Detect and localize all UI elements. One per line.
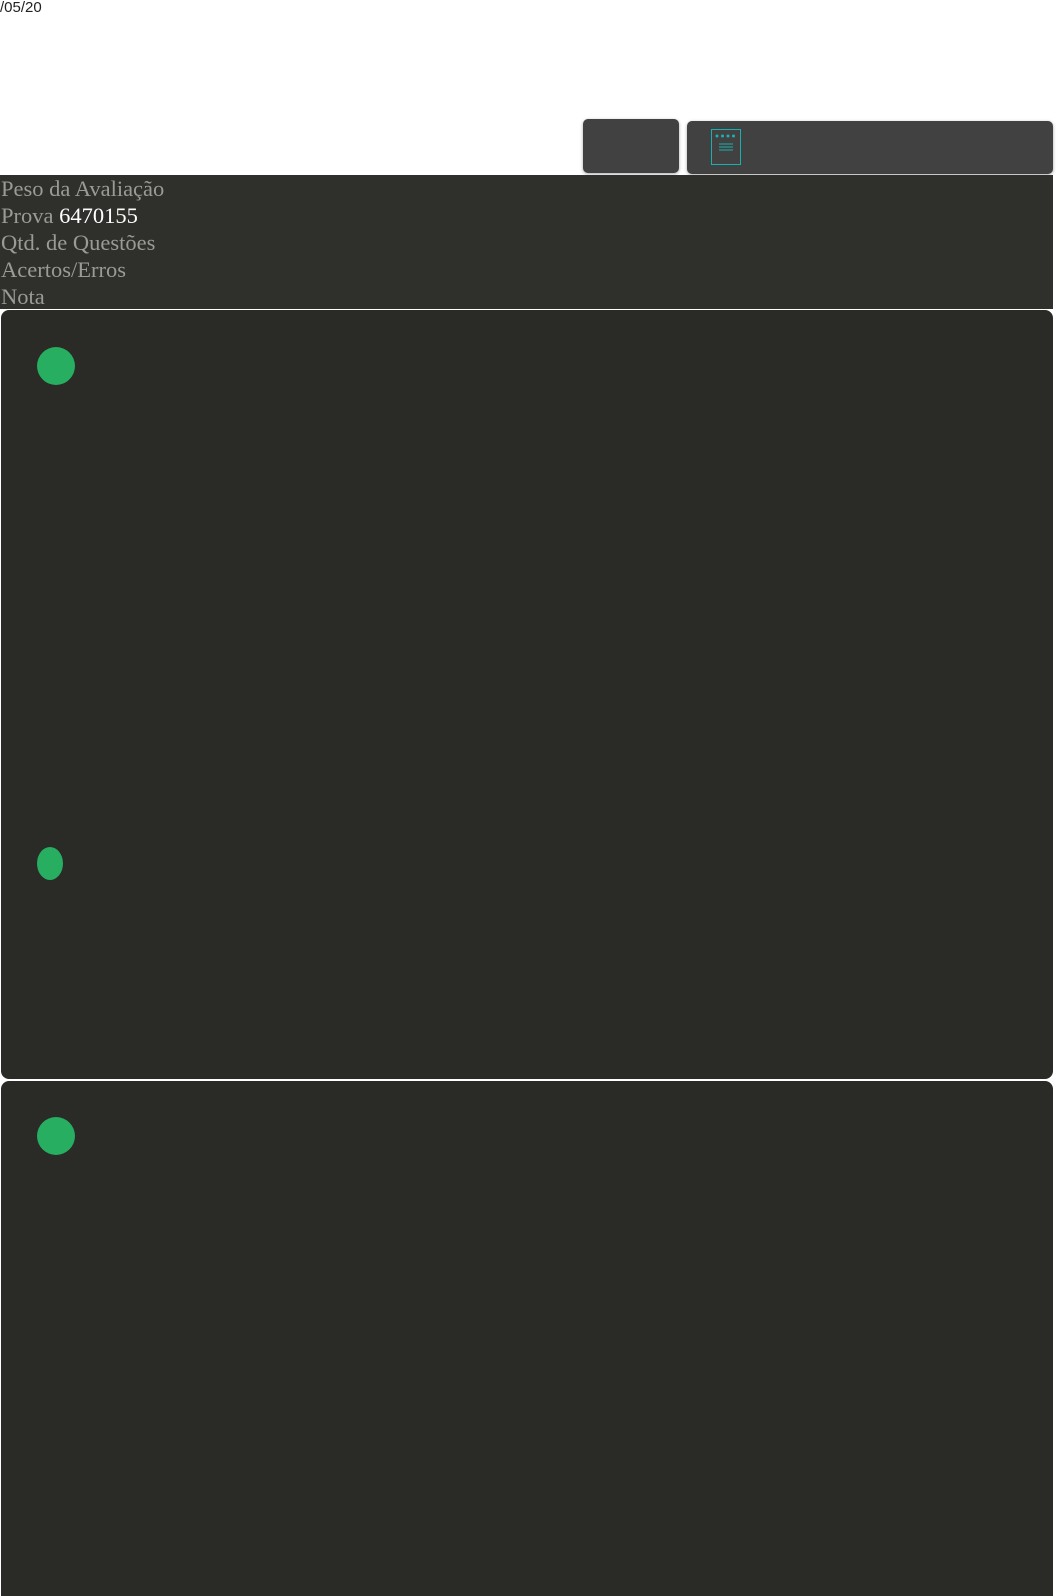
- prova-label: Prova: [1, 203, 54, 228]
- prova-value: 6470155: [59, 203, 138, 228]
- nota-row: Nota: [0, 283, 1053, 310]
- acertos-row: Acertos/Erros: [0, 256, 1053, 283]
- peso-label: Peso da Avaliação: [1, 176, 165, 201]
- document-button[interactable]: [687, 121, 1053, 174]
- document-icon: [711, 129, 741, 165]
- acertos-label: Acertos/Erros: [1, 257, 126, 282]
- question-card: [1, 310, 1053, 1079]
- check-circle-icon: [37, 1117, 75, 1155]
- qtd-row: Qtd. de Questões: [0, 229, 1053, 256]
- check-circle-icon: [37, 847, 63, 880]
- question-card: [1, 1081, 1053, 1596]
- exam-info: Peso da Avaliação Prova 6470155 Qtd. de …: [0, 175, 1053, 309]
- peso-row: Peso da Avaliação: [0, 175, 1053, 202]
- nota-label: Nota: [1, 284, 45, 309]
- toolbar-button[interactable]: [583, 119, 679, 173]
- prova-row: Prova 6470155: [0, 202, 1053, 229]
- qtd-label: Qtd. de Questões: [1, 230, 156, 255]
- date-text: /05/20: [0, 0, 42, 16]
- check-circle-icon: [37, 347, 75, 385]
